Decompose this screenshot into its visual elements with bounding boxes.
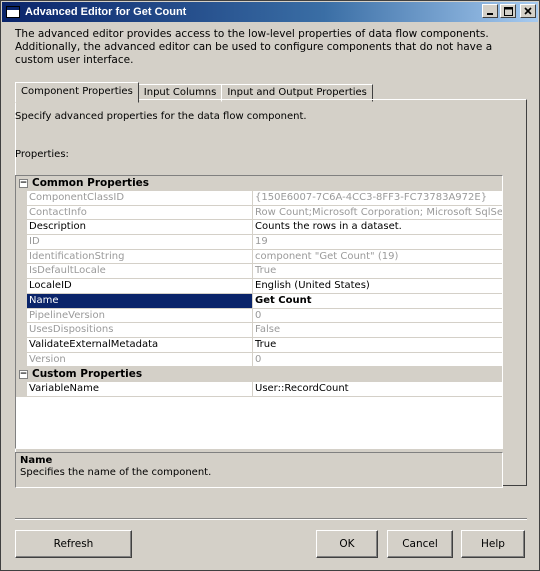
property-row[interactable]: IsDefaultLocale True	[16, 264, 502, 280]
property-name: LocaleID	[27, 279, 253, 294]
property-row[interactable]: ComponentClassID {150E6007-7C6A-4CC3-8FF3…	[16, 191, 502, 206]
help-text: Specifies the name of the component.	[20, 467, 212, 478]
property-value: component "Get Count" (19)	[253, 250, 502, 265]
maximize-button[interactable]	[500, 4, 516, 18]
row-gutter	[16, 249, 27, 265]
property-grid: − Common Properties ComponentClassID {150…	[15, 175, 503, 449]
category-label: Custom Properties	[32, 368, 143, 381]
row-gutter	[16, 235, 27, 250]
dialog-icon	[5, 5, 21, 19]
maximize-icon	[503, 6, 513, 16]
property-value[interactable]: Get Count	[253, 294, 502, 309]
row-gutter	[16, 191, 27, 206]
property-name: IsDefaultLocale	[27, 264, 253, 280]
row-gutter	[16, 308, 27, 324]
property-value[interactable]: Counts the rows in a dataset.	[253, 220, 502, 236]
property-name: ContactInfo	[27, 205, 253, 221]
close-icon	[524, 7, 532, 15]
property-name: PipelineVersion	[27, 308, 253, 324]
property-row[interactable]: ValidateExternalMetadata True	[16, 337, 502, 353]
row-gutter	[16, 220, 27, 236]
property-row-selected[interactable]: Name Get Count	[16, 293, 502, 309]
cancel-button[interactable]: Cancel	[387, 530, 453, 558]
property-name: VariableName	[27, 382, 253, 397]
category-custom-properties[interactable]: − Custom Properties	[16, 367, 502, 383]
category-label: Common Properties	[32, 177, 150, 189]
row-gutter	[16, 382, 27, 397]
property-name: ID	[27, 235, 253, 250]
property-value: False	[253, 323, 502, 338]
property-name: ComponentClassID	[27, 191, 253, 206]
advanced-editor-dialog: Advanced Editor for Get Count The advanc…	[0, 0, 540, 571]
property-value: 0	[253, 353, 502, 368]
property-row[interactable]: UsesDispositions False	[16, 323, 502, 338]
property-value[interactable]: User::RecordCount	[253, 382, 502, 397]
collapse-icon[interactable]: −	[19, 178, 28, 188]
property-name: Description	[27, 220, 253, 236]
property-row[interactable]: ContactInfo Row Count;Microsoft Corporati…	[16, 205, 502, 221]
row-gutter	[16, 279, 27, 294]
property-row[interactable]: ID 19	[16, 235, 502, 250]
property-row[interactable]: PipelineVersion 0	[16, 308, 502, 324]
help-title: Name	[20, 455, 53, 466]
property-name: Name	[27, 293, 253, 309]
title-bar[interactable]: Advanced Editor for Get Count	[2, 2, 538, 22]
property-row[interactable]: Description Counts the rows in a dataset.	[16, 220, 502, 236]
tab-component-properties[interactable]: Component Properties	[15, 82, 139, 103]
help-button[interactable]: Help	[461, 530, 525, 558]
property-row[interactable]: LocaleID English (United States)	[16, 279, 502, 294]
row-gutter	[16, 352, 27, 368]
category-common-properties[interactable]: − Common Properties	[16, 176, 502, 191]
row-gutter	[16, 205, 27, 221]
property-value[interactable]: English (United States)	[253, 279, 502, 294]
property-value: Row Count;Microsoft Corporation; Microso…	[253, 206, 502, 221]
properties-label: Properties:	[15, 149, 69, 160]
panel-description: Specify advanced properties for the data…	[15, 111, 307, 122]
property-name: UsesDispositions	[27, 323, 253, 338]
collapse-icon[interactable]: −	[19, 369, 28, 379]
close-button[interactable]	[520, 4, 536, 18]
refresh-button[interactable]: Refresh	[15, 530, 132, 558]
row-gutter	[16, 293, 27, 309]
row-gutter	[16, 337, 27, 353]
property-row[interactable]: IdentificationString component "Get Count…	[16, 249, 502, 265]
intro-text: The advanced editor provides access to t…	[15, 28, 493, 66]
minimize-icon	[487, 13, 493, 15]
property-name: Version	[27, 352, 253, 368]
property-value: True	[253, 264, 502, 280]
minimize-button[interactable]	[482, 4, 498, 18]
property-row[interactable]: Version 0	[16, 352, 502, 368]
window-title: Advanced Editor for Get Count	[25, 6, 187, 18]
property-value: 0	[253, 309, 502, 324]
property-name: IdentificationString	[27, 249, 253, 265]
separator	[15, 518, 527, 520]
help-pane: Name Specifies the name of the component…	[15, 452, 503, 488]
window-controls	[482, 4, 536, 18]
row-gutter	[16, 323, 27, 338]
property-value[interactable]: True	[253, 338, 502, 353]
property-value: {150E6007-7C6A-4CC3-8FF3-FC73783A972E}	[253, 191, 502, 206]
ok-button[interactable]: OK	[316, 530, 378, 558]
property-row[interactable]: VariableName User::RecordCount	[16, 382, 502, 397]
property-name: ValidateExternalMetadata	[27, 337, 253, 353]
property-value: 19	[253, 235, 502, 250]
row-gutter	[16, 264, 27, 280]
